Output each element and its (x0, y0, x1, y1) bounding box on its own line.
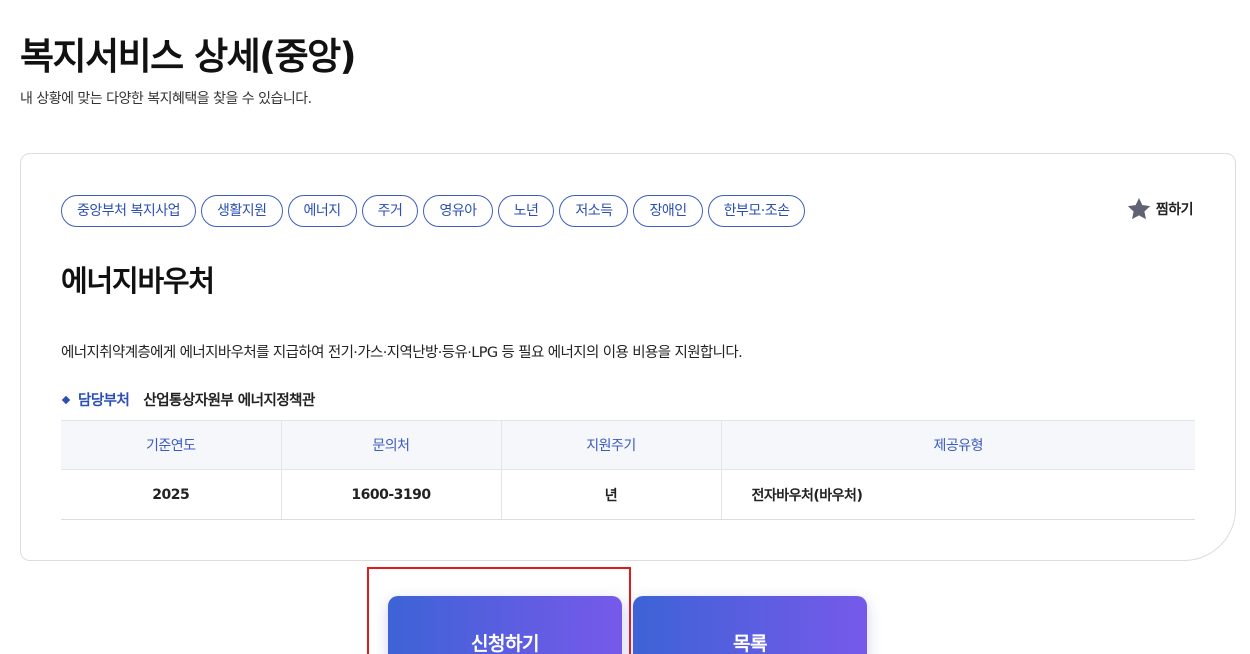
cell-support-cycle: 년 (500, 469, 721, 520)
tag-single-parent[interactable]: 한부모·조손 (707, 195, 806, 227)
tag-infants[interactable]: 영유아 (423, 195, 493, 227)
star-icon (1127, 197, 1151, 220)
tag-low-income[interactable]: 저소득 (559, 195, 629, 227)
department-label: 담당부처 (78, 393, 130, 409)
tag-disabled[interactable]: 장애인 (633, 195, 703, 227)
header-support-cycle: 지원주기 (500, 420, 721, 470)
header-base-year: 기준연도 (61, 420, 281, 470)
bookmark-button[interactable]: 찜하기 (1126, 196, 1194, 222)
table-header-row: 기준연도 문의처 지원주기 제공유형 (61, 420, 1195, 470)
service-description: 에너지취약계층에게 에너지바우처를 지급하여 전기·가스·지역난방·등유·LPG… (61, 345, 743, 361)
cell-base-year: 2025 (61, 469, 281, 520)
page-subtitle: 내 상황에 맞는 다양한 복지혜택을 찾을 수 있습니다. (20, 91, 312, 107)
apply-button[interactable]: 신청하기 (388, 596, 622, 654)
tag-elderly[interactable]: 노년 (497, 195, 555, 227)
cell-contact: 1600-3190 (280, 469, 501, 520)
service-detail-card: 중앙부처 복지사업 생활지원 에너지 주거 영유아 노년 저소득 장애인 한부모… (20, 153, 1236, 561)
tag-housing[interactable]: 주거 (361, 195, 419, 227)
header-provision-type: 제공유형 (720, 420, 1195, 470)
service-info-table: 기준연도 문의처 지원주기 제공유형 2025 1600-3190 년 전자바우… (61, 420, 1195, 520)
tag-living-support[interactable]: 생활지원 (201, 195, 283, 227)
page-title: 복지서비스 상세(중앙) (20, 35, 357, 78)
service-title: 에너지바우처 (61, 264, 215, 298)
tag-energy[interactable]: 에너지 (287, 195, 357, 227)
bookmark-label: 찜하기 (1155, 202, 1194, 218)
tag-list: 중앙부처 복지사업 생활지원 에너지 주거 영유아 노년 저소득 장애인 한부모… (61, 195, 806, 227)
department-value: 산업통상자원부 에너지정책관 (143, 393, 315, 409)
list-button[interactable]: 목록 (633, 596, 867, 654)
tag-central-ministry[interactable]: 중앙부처 복지사업 (61, 195, 196, 227)
diamond-bullet-icon (61, 395, 71, 404)
header-contact: 문의처 (280, 420, 501, 470)
department-info: 담당부처 산업통상자원부 에너지정책관 (61, 389, 315, 410)
table-row: 2025 1600-3190 년 전자바우처(바우처) (61, 469, 1195, 520)
cell-provision-type: 전자바우처(바우처) (720, 469, 1195, 520)
